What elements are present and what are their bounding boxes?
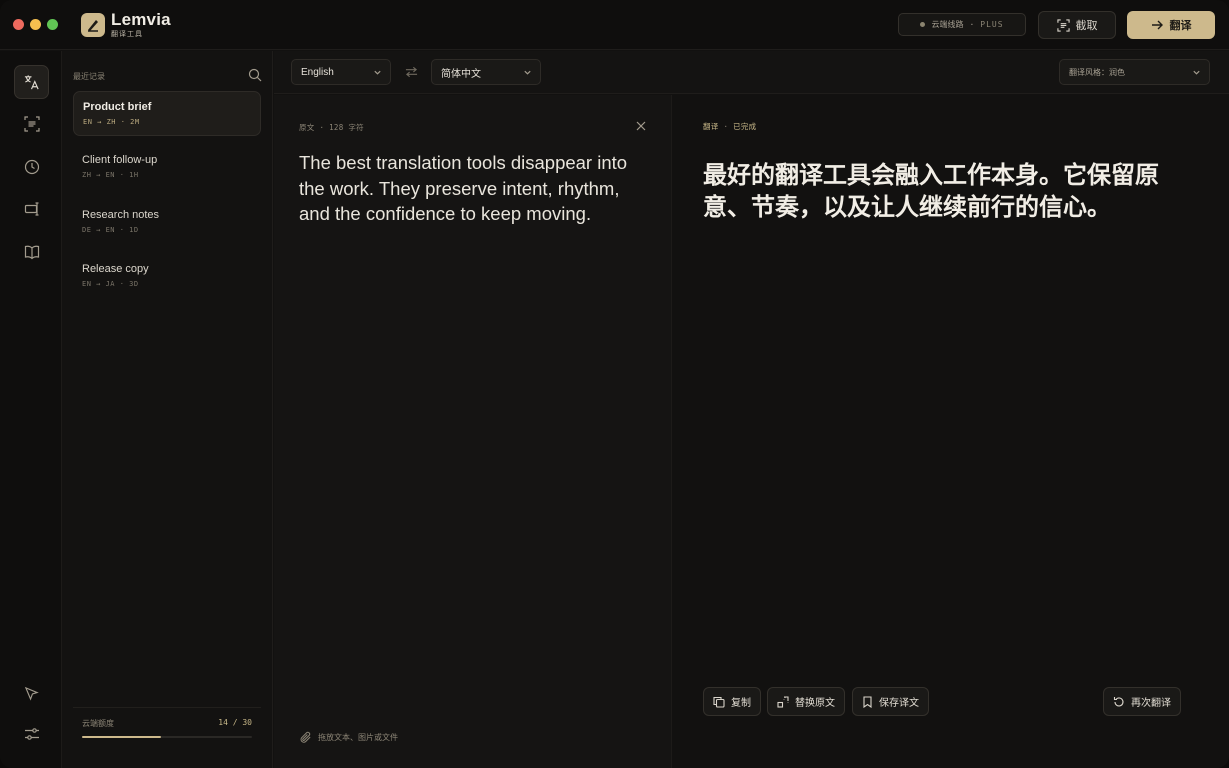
save-label: 保存译文 <box>879 698 919 709</box>
rail-history-button[interactable] <box>14 150 49 184</box>
capture-label: 截取 <box>1075 20 1098 32</box>
quota-count: 14 / 30 <box>218 718 252 727</box>
chevron-down-icon <box>374 70 381 75</box>
bookmark-icon <box>863 695 872 708</box>
translation-label: 翻译 <box>703 122 719 131</box>
target-language-select[interactable]: 简体中文 <box>431 59 541 85</box>
history-item[interactable]: Product brief EN → ZH · 2M <box>73 91 261 136</box>
rail-pointer-button[interactable] <box>14 676 49 710</box>
history-item-name: Product brief <box>83 101 152 113</box>
save-translation-button[interactable]: 保存译文 <box>852 687 929 716</box>
book-icon <box>24 245 39 260</box>
history-item[interactable]: Research notes DE → EN · 1D <box>73 200 261 245</box>
history-item-name: Release copy <box>82 263 149 275</box>
swap-languages-icon[interactable] <box>405 66 418 78</box>
rail-text-button[interactable] <box>14 192 49 226</box>
chevron-down-icon <box>1193 70 1200 75</box>
pointer-icon <box>24 686 39 701</box>
rail-translate-button[interactable] <box>14 65 49 99</box>
target-language-value: 简体中文 <box>441 68 481 80</box>
cloud-status-label: 云端线路 <box>931 20 964 29</box>
translation-style-select[interactable]: 翻译风格：润色 <box>1059 59 1210 85</box>
rail-scan-button[interactable] <box>14 107 49 141</box>
copy-button[interactable]: 复制 <box>703 687 761 716</box>
capture-button[interactable]: 截取 <box>1038 11 1116 39</box>
quota-progress-bar <box>82 736 252 738</box>
drop-hint-label: 拖放文本、图片或文件 <box>318 733 398 742</box>
history-icon <box>24 159 39 175</box>
source-pane-label: 原文 · 128 字符 <box>299 123 364 132</box>
quota-progress-fill <box>82 736 162 738</box>
close-window-button[interactable] <box>13 19 24 30</box>
history-item[interactable]: Release copy EN → JA · 3D <box>73 254 261 299</box>
app-subtitle: 翻译工具 <box>111 31 143 38</box>
replace-label: 替换原文 <box>795 698 835 709</box>
translate-icon <box>24 74 39 89</box>
rail-glossary-button[interactable] <box>14 235 49 269</box>
source-label: 原文 <box>299 123 315 132</box>
history-sidebar: 最近记录 Product brief EN → ZH · 2M Client f… <box>62 51 273 768</box>
cloud-quota: 云端额度 14 / 30 <box>73 707 261 738</box>
translation-status: 已完成 <box>733 122 757 131</box>
icon-rail <box>0 51 62 768</box>
retranslate-label: 再次翻译 <box>1131 698 1171 709</box>
source-char-count: 128 字符 <box>329 123 364 132</box>
translate-button[interactable]: 翻译 <box>1127 11 1215 39</box>
translation-text: 最好的翻译工具会融入工作本身。它保留原意、节奏，以及让人继续前行的信心。 <box>703 161 1159 221</box>
replace-icon <box>777 695 789 708</box>
settings-sliders-icon <box>24 728 39 740</box>
source-text[interactable]: The best translation tools disappear int… <box>299 150 644 227</box>
rail-settings-button[interactable] <box>14 717 49 751</box>
chevron-down-icon <box>524 70 531 75</box>
sidebar-title: 最近记录 <box>73 72 105 81</box>
replace-source-button[interactable]: 替换原文 <box>767 687 845 716</box>
translation-pane-label: 翻译 · 已完成 <box>703 122 757 131</box>
cloud-status-badge[interactable]: 云端线路 · PLUS <box>898 13 1026 36</box>
zoom-window-button[interactable] <box>47 19 58 30</box>
history-item[interactable]: Client follow-up ZH → EN · 1H <box>73 145 261 190</box>
status-dot-icon <box>920 22 926 27</box>
history-item-meta: EN → ZH · 2M <box>83 118 140 126</box>
refresh-icon <box>1113 696 1124 706</box>
copy-icon <box>713 696 725 708</box>
language-bar: English 简体中文 翻译风格：润色 <box>274 51 1229 94</box>
source-pane[interactable]: 原文 · 128 字符 The best translation tools d… <box>274 95 672 768</box>
search-icon[interactable] <box>248 68 262 82</box>
scan-icon <box>1056 18 1070 32</box>
history-item-meta: EN → JA · 3D <box>82 280 139 288</box>
text-cursor-icon <box>24 202 38 216</box>
minimize-window-button[interactable] <box>30 19 41 30</box>
copy-label: 复制 <box>731 698 751 709</box>
source-language-select[interactable]: English <box>291 59 391 85</box>
translation-pane: 翻译 · 已完成 最好的翻译工具会融入工作本身。它保留原意、节奏，以及让人继续前… <box>673 95 1229 768</box>
title-bar: Lemvia 翻译工具 云端线路 · PLUS 截取 翻译 <box>0 0 1229 50</box>
separator-dot: · <box>969 20 975 29</box>
history-item-meta: ZH → EN · 1H <box>82 171 139 179</box>
retranslate-button[interactable]: 再次翻译 <box>1103 687 1181 716</box>
app-logo-icon <box>81 13 105 37</box>
arrow-right-icon <box>1151 20 1163 30</box>
history-item-name: Client follow-up <box>82 154 158 166</box>
cloud-plan-label: PLUS <box>980 20 1004 29</box>
history-item-meta: DE → EN · 1D <box>82 226 139 234</box>
app-name: Lemvia <box>111 10 171 29</box>
history-item-name: Research notes <box>82 209 160 221</box>
clear-icon[interactable] <box>636 121 646 131</box>
source-language-value: English <box>301 66 334 78</box>
translate-label: 翻译 <box>1169 20 1192 32</box>
quota-label: 云端额度 <box>82 719 114 728</box>
translation-style-value: 翻译风格：润色 <box>1069 67 1125 77</box>
drop-hint[interactable]: 拖放文本、图片或文件 <box>299 731 398 744</box>
paperclip-icon <box>300 731 311 743</box>
scan-text-icon <box>23 116 40 132</box>
app-window: Lemvia 翻译工具 云端线路 · PLUS 截取 翻译 最近记录 Produ… <box>0 0 1229 768</box>
